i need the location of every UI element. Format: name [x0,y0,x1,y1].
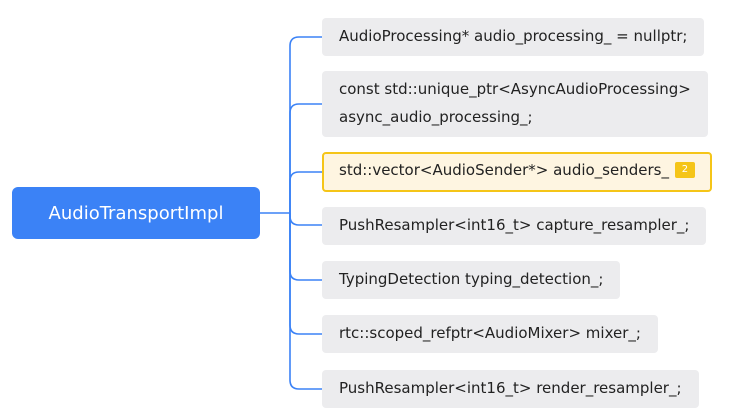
connector-7 [289,213,322,390]
node-label-line-2: async_audio_processing_; [339,108,533,126]
node-label: rtc::scoped_refptr<AudioMixer> mixer_; [339,324,641,342]
root-node-label: AudioTransportImpl [48,202,224,224]
child-node-audio-senders[interactable]: std::vector<AudioSender*> audio_senders_… [322,152,712,192]
child-node-audio-processing[interactable]: AudioProcessing* audio_processing_ = nul… [322,18,705,56]
child-node-typing-detection[interactable]: TypingDetection typing_detection_; [322,261,621,299]
connector-6 [289,213,322,335]
connector-4 [289,213,322,226]
child-node-render-resampler[interactable]: PushResampler<int16_t> render_resampler_… [322,370,699,408]
node-label: TypingDetection typing_detection_; [339,270,604,288]
root-node[interactable]: AudioTransportImpl [12,187,260,239]
node-label: std::vector<AudioSender*> audio_senders_ [339,161,669,179]
connector-3 [289,171,322,213]
node-label: PushResampler<int16_t> capture_resampler… [339,216,690,234]
node-label: PushResampler<int16_t> render_resampler_… [339,379,682,397]
connector-5 [289,213,322,281]
child-node-capture-resampler[interactable]: PushResampler<int16_t> capture_resampler… [322,207,707,245]
child-node-async-audio-processing[interactable]: const std::unique_ptr<AsyncAudioProcessi… [322,71,708,137]
connector-1 [289,36,322,213]
node-label: AudioProcessing* audio_processing_ = nul… [339,27,688,45]
note-count-badge[interactable]: 2 [674,161,695,178]
node-label-line-1: const std::unique_ptr<AsyncAudioProcessi… [339,80,691,98]
child-node-mixer[interactable]: rtc::scoped_refptr<AudioMixer> mixer_; [322,315,658,353]
connector-2 [289,103,322,213]
